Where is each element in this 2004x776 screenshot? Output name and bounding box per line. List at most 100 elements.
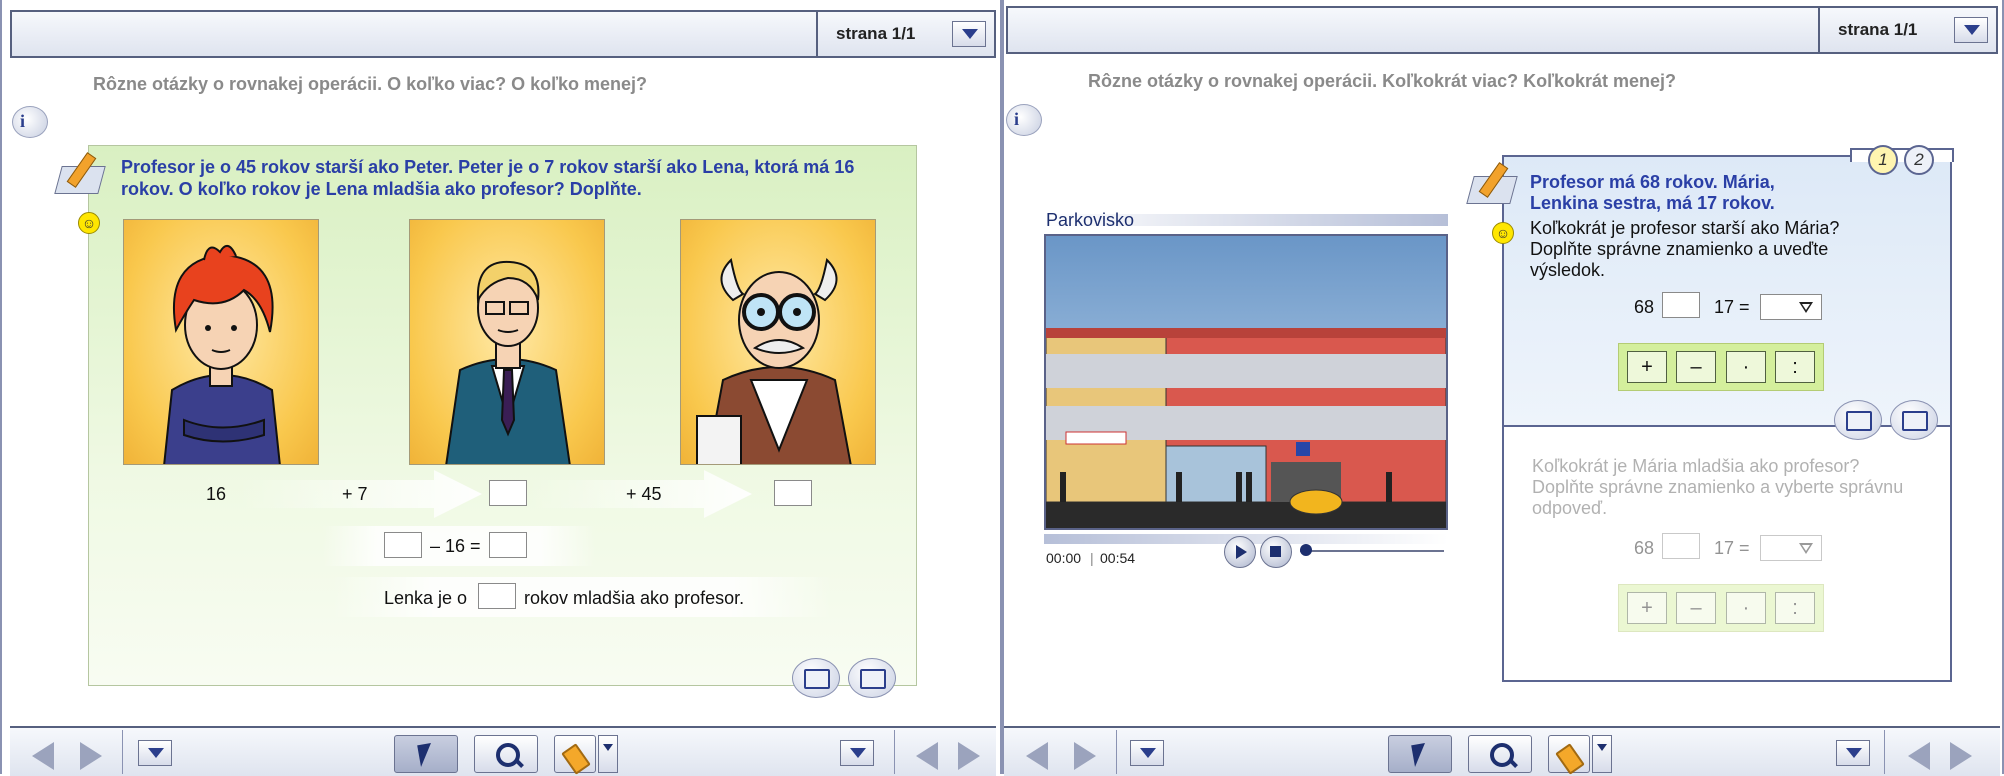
operator-minus-button[interactable]: – [1676, 592, 1716, 624]
reset-button[interactable] [1834, 400, 1882, 440]
magnifier-icon [1490, 743, 1514, 767]
q1-result-select[interactable] [1760, 294, 1822, 320]
chevron-down-icon [148, 748, 164, 758]
prev-page-icon[interactable] [1026, 742, 1048, 770]
q2-value-b: 17 = [1714, 538, 1750, 558]
q1-operator-input[interactable] [1662, 292, 1700, 318]
chevron-down-icon [1846, 748, 1862, 758]
video-time-separator: | [1090, 550, 1094, 566]
video-time-current: 00:00 [1046, 550, 1082, 566]
next-icon[interactable] [1950, 742, 1972, 770]
volume-slider-knob[interactable] [1300, 544, 1312, 556]
chevron-down-icon [850, 748, 866, 758]
marker-dropdown[interactable] [1592, 735, 1612, 773]
question-2-text: Koľkokrát je Mária mladšia ako profesor?… [1532, 456, 1904, 518]
answer-input-professor[interactable] [774, 480, 812, 506]
zoom-tool-button[interactable] [1468, 735, 1532, 773]
equation-input-result[interactable] [489, 532, 527, 558]
next-page-icon[interactable] [80, 742, 102, 770]
top-bar: strana 1/1 [1006, 6, 1998, 54]
dropdown-triangle-icon [1799, 302, 1813, 313]
prev-icon[interactable] [1908, 742, 1930, 770]
separator [894, 730, 895, 774]
tab-strip [1850, 148, 1954, 162]
stop-button[interactable] [1260, 536, 1292, 568]
marker-icon [561, 743, 591, 775]
page-label: strana 1/1 [1838, 20, 1918, 39]
question-1-text: Koľkokrát je profesor starší ako Mária? … [1530, 218, 1840, 280]
page-dropdown-button[interactable] [952, 21, 986, 47]
page-dropdown-button[interactable] [1954, 17, 1988, 43]
menu-dropdown-button[interactable] [1130, 740, 1164, 766]
marker-icon [1555, 743, 1585, 775]
smiley-icon: ☺ [78, 212, 100, 234]
tab-2[interactable]: 2 [1904, 145, 1934, 175]
sentence-before: Lenka je o [384, 588, 468, 608]
exercise-text: Profesor je o 45 rokov starší ako Peter.… [121, 157, 855, 199]
stop-icon [1270, 546, 1281, 557]
check-button[interactable] [1890, 400, 1938, 440]
operator-times-button[interactable]: · [1726, 351, 1766, 383]
check-icon [860, 669, 886, 689]
question-title: Rôzne otázky o rovnakej operácii. Koľkok… [1088, 71, 1677, 91]
operator-divide-button[interactable]: : [1775, 351, 1815, 383]
next-icon[interactable] [958, 742, 980, 770]
pointer-tool-button[interactable] [1388, 735, 1452, 773]
q1-value-b: 17 = [1714, 297, 1750, 317]
professor-illustration [696, 257, 852, 464]
marker-dropdown[interactable] [598, 735, 618, 773]
marker-tool-button[interactable] [1548, 735, 1590, 775]
q1-operator-palette: + – · : [1618, 343, 1824, 391]
dropdown-triangle-icon [1799, 543, 1813, 554]
q2-operator-palette: + – · : [1618, 584, 1824, 632]
video-player[interactable] [1044, 234, 1448, 530]
q2-operator-input[interactable] [1662, 533, 1700, 559]
video-time-total: 00:54 [1100, 550, 1136, 566]
smiley-icon: ☺ [1492, 222, 1514, 244]
marker-tool-button[interactable] [554, 735, 596, 775]
chevron-down-icon [1964, 25, 1980, 35]
volume-slider-track[interactable] [1300, 550, 1444, 552]
secondary-dropdown-button[interactable] [840, 740, 874, 766]
play-button[interactable] [1224, 536, 1256, 568]
next-page-icon[interactable] [1074, 742, 1096, 770]
separator [1884, 730, 1885, 774]
check-button[interactable] [848, 658, 896, 698]
chain-step-2: + 45 [626, 484, 662, 504]
info-button[interactable]: i [12, 106, 48, 138]
chain-start-value: 16 [206, 484, 227, 504]
video-title: Parkovisko [1046, 210, 1135, 230]
parking-scene-illustration [1046, 236, 1446, 528]
page-indicator: strana 1/1 [816, 12, 994, 56]
pointer-tool-button[interactable] [394, 735, 458, 773]
reset-icon [804, 669, 830, 689]
reset-icon [1846, 411, 1872, 431]
answer-input-peter[interactable] [489, 480, 527, 506]
cursor-icon [417, 742, 435, 768]
bottom-toolbar [10, 726, 996, 776]
question-title: Rôzne otázky o rovnakej operácii. O koľk… [93, 74, 648, 94]
operator-plus-button[interactable]: + [1627, 351, 1667, 383]
equation-input-a[interactable] [384, 532, 422, 558]
reset-button[interactable] [792, 658, 840, 698]
separator [1116, 730, 1117, 774]
tab-1[interactable]: 1 [1868, 145, 1898, 175]
magnifier-icon [496, 743, 520, 767]
chevron-down-icon [962, 29, 978, 39]
top-bar: strana 1/1 [10, 10, 996, 58]
operator-plus-button[interactable]: + [1627, 592, 1667, 624]
operator-minus-button[interactable]: – [1676, 351, 1716, 383]
prev-icon[interactable] [916, 742, 938, 770]
q2-result-select[interactable] [1760, 535, 1822, 561]
secondary-dropdown-button[interactable] [1836, 740, 1870, 766]
pencil-paper-icon [1466, 162, 1518, 206]
info-button[interactable]: i [1006, 104, 1042, 136]
zoom-tool-button[interactable] [474, 735, 538, 773]
operator-times-button[interactable]: · [1726, 592, 1766, 624]
menu-dropdown-button[interactable] [138, 740, 172, 766]
sentence-input[interactable] [478, 583, 516, 609]
operator-divide-button[interactable]: : [1775, 592, 1815, 624]
cursor-icon [1411, 742, 1429, 768]
prev-page-icon[interactable] [32, 742, 54, 770]
chain-step-1: + 7 [342, 484, 368, 504]
